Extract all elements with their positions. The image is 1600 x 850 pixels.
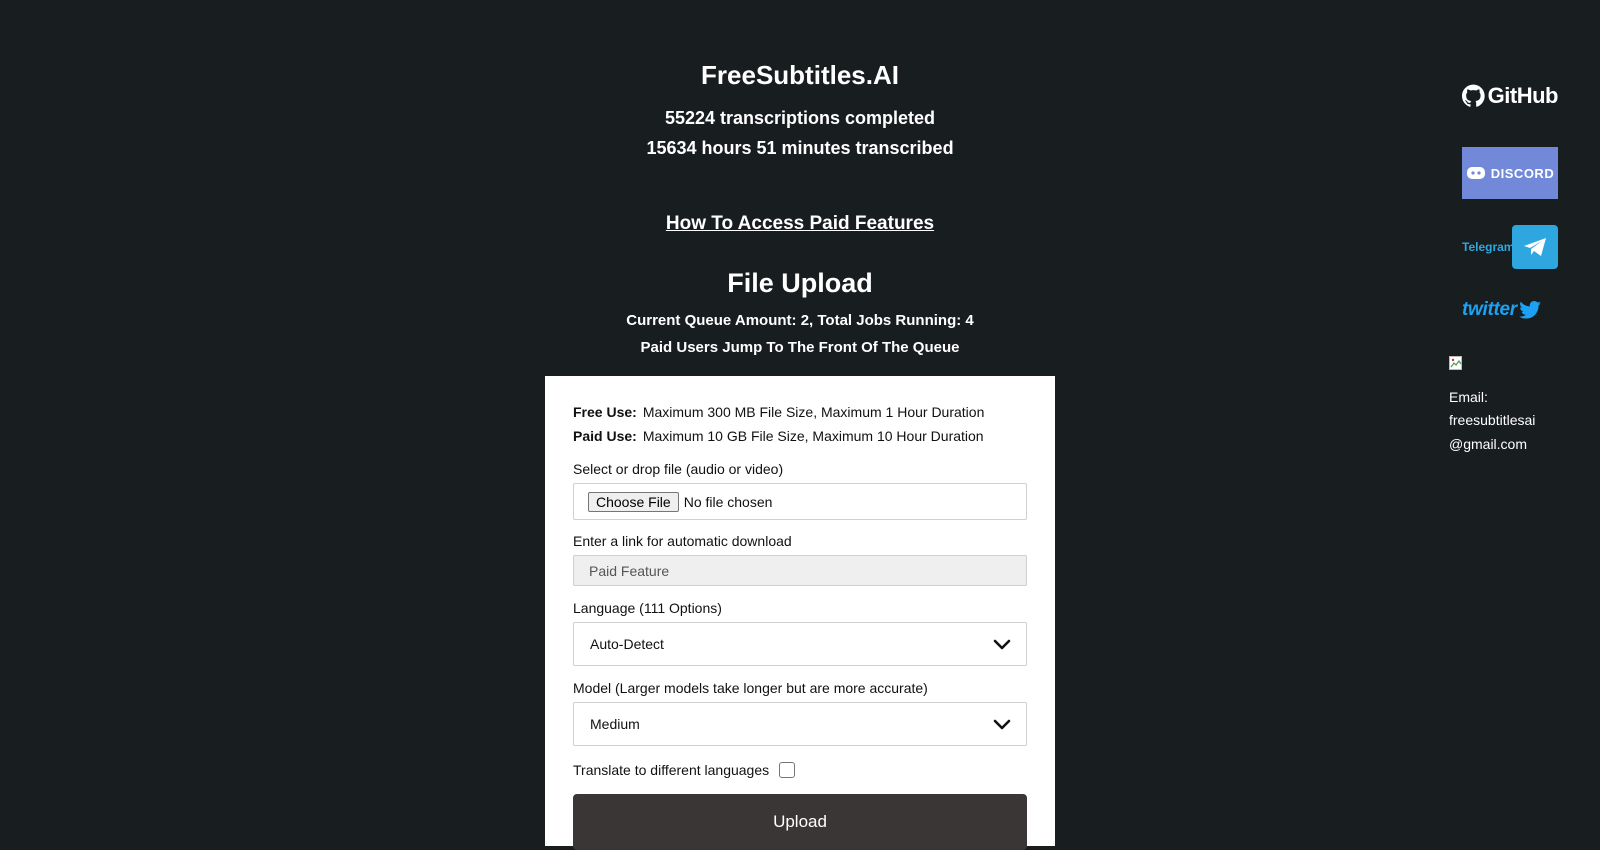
translate-label: Translate to different languages (573, 762, 770, 778)
language-select-label: Language (111 Options) (573, 600, 722, 616)
email-address-line2[interactable]: @gmail.com (1449, 436, 1527, 452)
telegram-label: Telegram (1462, 240, 1515, 254)
twitter-label: twitter (1462, 299, 1517, 320)
free-use-label: Free Use: (573, 404, 637, 420)
github-icon (1462, 84, 1485, 107)
github-label: GitHub (1487, 83, 1559, 108)
upload-button[interactable]: Upload (573, 794, 1027, 850)
telegram-plane-icon (1524, 238, 1546, 256)
upload-heading: File Upload (727, 268, 873, 298)
twitter-bird-icon (1519, 301, 1541, 319)
discord-link[interactable]: DISCORD (1462, 147, 1558, 199)
upload-card: Free Use: Maximum 300 MB File Size, Maxim… (545, 376, 1055, 850)
translate-checkbox[interactable] (779, 762, 796, 778)
transcriptions-stat: 55224 transcriptions completed (664, 108, 936, 128)
twitter-link[interactable]: twitter (1462, 297, 1558, 323)
language-select[interactable]: Auto-Detect (573, 622, 1027, 666)
choose-file-button[interactable]: Choose File (588, 491, 679, 512)
paid-limits-row: Paid Use: Maximum 10 GB File Size, Maximu… (573, 428, 984, 444)
chevron-down-icon (993, 719, 1011, 730)
site-title: FreeSubtitles.AI (701, 60, 899, 90)
hours-stat: 15634 hours 51 minutes transcribed (646, 138, 954, 158)
file-status-text: No file chosen (683, 493, 773, 510)
paid-features-link[interactable]: How To Access Paid Features (666, 213, 934, 234)
github-link[interactable]: GitHub (1462, 80, 1559, 112)
telegram-badge (1512, 225, 1558, 269)
link-input-label: Enter a link for automatic download (573, 533, 792, 549)
language-selected-value: Auto-Detect (590, 636, 664, 652)
model-select-label: Model (Larger models take longer but are… (573, 680, 928, 696)
chevron-down-icon (993, 639, 1011, 650)
file-drop-zone[interactable]: Choose File No file chosen (573, 483, 1027, 520)
paid-limits-text: Maximum 10 GB File Size, Maximum 10 Hour… (642, 428, 984, 444)
model-select[interactable]: Medium (573, 702, 1027, 746)
discord-label: DISCORD (1490, 165, 1555, 181)
paid-features-link-wrapper: How To Access Paid Features (0, 213, 1600, 235)
queue-info: Current Queue Amount: 2, Total Jobs Runn… (626, 312, 974, 329)
email-address-line1[interactable]: freesubtitlesai (1449, 412, 1535, 428)
model-selected-value: Medium (590, 716, 640, 732)
discord-icon (1466, 167, 1485, 179)
free-limits-row: Free Use: Maximum 300 MB File Size, Maxim… (573, 404, 984, 420)
translate-row: Translate to different languages (573, 762, 796, 778)
broken-image-icon (1449, 356, 1462, 370)
link-input[interactable]: Paid Feature (573, 555, 1027, 586)
file-input-label: Select or drop file (audio or video) (573, 461, 784, 477)
paid-use-label: Paid Use: (573, 428, 637, 444)
paid-priority-note: Paid Users Jump To The Front Of The Queu… (640, 339, 960, 356)
telegram-link[interactable]: Telegram (1462, 224, 1558, 270)
email-label: Email: (1449, 389, 1488, 405)
free-limits-text: Maximum 300 MB File Size, Maximum 1 Hour… (642, 404, 985, 420)
